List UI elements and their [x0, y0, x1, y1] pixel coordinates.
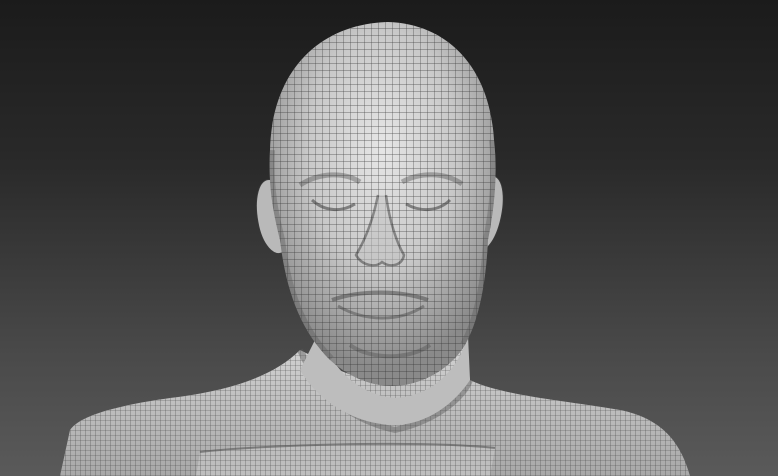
3d-viewport[interactable] [0, 0, 778, 476]
wireframe-head-model [60, 22, 690, 476]
